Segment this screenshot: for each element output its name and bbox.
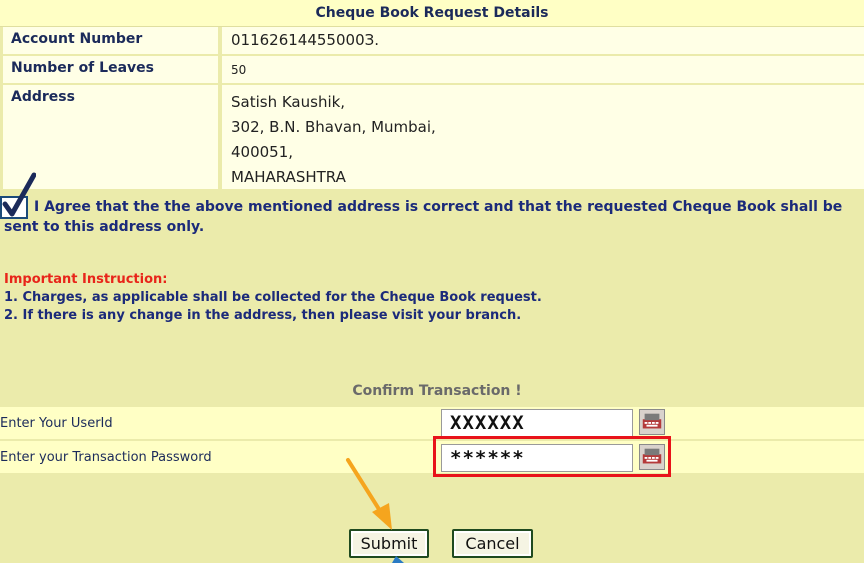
- address-line: 400051,: [231, 143, 294, 161]
- cancel-button[interactable]: Cancel: [452, 529, 533, 558]
- section-title: Cheque Book Request Details: [0, 0, 864, 27]
- leaves-value: 50: [222, 56, 864, 83]
- password-row: Enter your Transaction Password: [0, 441, 864, 473]
- account-number-row: Account Number 01162614455000З.: [0, 27, 864, 54]
- confirm-heading: Confirm Transaction !: [352, 383, 522, 399]
- address-value: Satish Kaushik, 302, B.N. Bhavan, Mumbai…: [222, 85, 864, 189]
- userid-label: Enter Your UserId: [0, 416, 113, 431]
- instruction-item: 1. Charges, as applicable shall be colle…: [4, 290, 542, 305]
- password-label: Enter your Transaction Password: [0, 450, 212, 465]
- agree-text: I Agree that the the above mentioned add…: [4, 199, 843, 235]
- instruction-heading: Important Instruction:: [4, 272, 168, 287]
- leaves-row: Number of Leaves 50: [0, 56, 864, 83]
- address-line: MAHARASHTRA: [231, 168, 346, 186]
- address-row: Address Satish Kaushik, 302, B.N. Bhavan…: [0, 85, 864, 189]
- instruction-item: 2. If there is any change in the address…: [4, 308, 522, 323]
- submit-button[interactable]: Submit: [349, 529, 429, 558]
- address-line: Satish Kaushik,: [231, 93, 346, 111]
- account-number-value: 01162614455000З.: [222, 27, 864, 54]
- userid-input[interactable]: XXXXXX: [441, 409, 633, 437]
- password-highlight-box: [433, 436, 671, 477]
- agree-statement: I Agree that the the above mentioned add…: [4, 197, 862, 237]
- userid-row: Enter Your UserId: [0, 407, 864, 439]
- important-instructions: Important Instruction: 1. Charges, as ap…: [4, 271, 542, 325]
- address-line: 302, B.N. Bhavan, Mumbai,: [231, 118, 436, 136]
- virtual-keyboard-icon[interactable]: [639, 409, 665, 435]
- leaves-label: Number of Leaves: [3, 56, 220, 83]
- account-number-label: Account Number: [3, 27, 220, 54]
